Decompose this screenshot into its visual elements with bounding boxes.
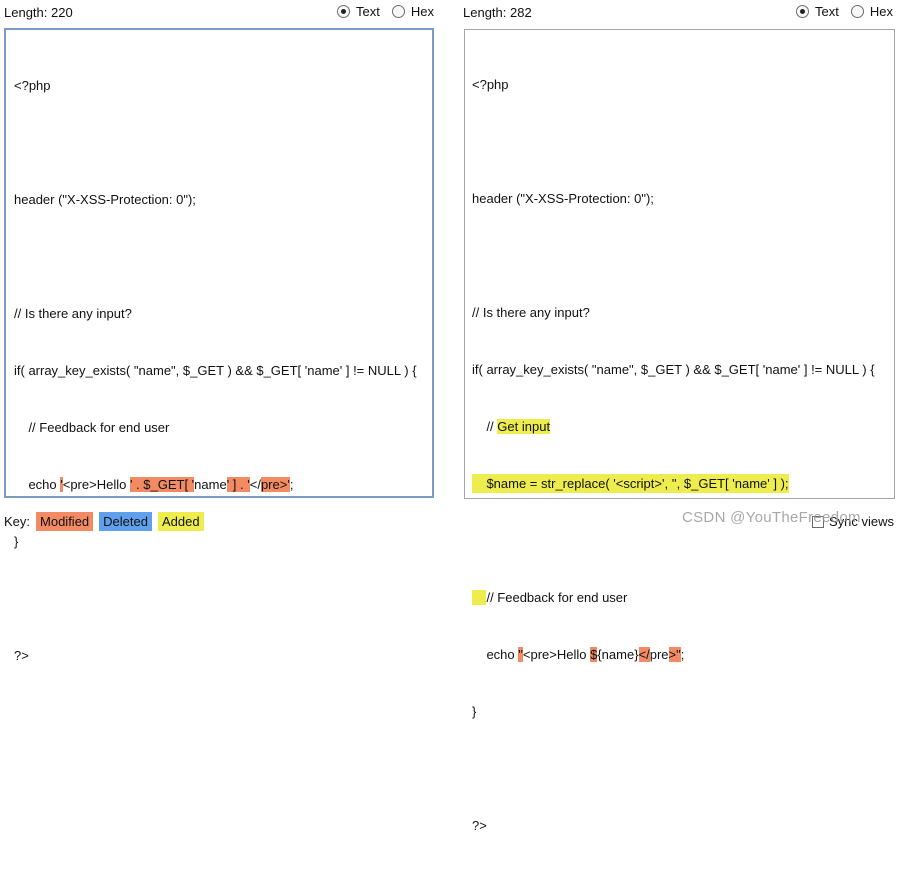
- added-segment: [472, 590, 487, 605]
- code-line: // Is there any input?: [472, 305, 590, 320]
- code-line: <?php: [14, 78, 51, 93]
- code-line: // Is there any input?: [14, 306, 132, 321]
- code-line-empty: [14, 247, 417, 266]
- left-text-radio-label[interactable]: Text: [356, 4, 380, 19]
- modified-segment: </: [638, 647, 650, 662]
- code-line: // Feedback for end user: [14, 420, 170, 435]
- modified-segment: ' . $_GET[ ': [129, 477, 195, 492]
- code-line-added: $name = str_replace( '<script>', '', $_G…: [472, 474, 875, 493]
- right-hex-radio[interactable]: [850, 5, 864, 18]
- code-segment: //: [472, 419, 498, 434]
- code-line: ?>: [14, 648, 29, 663]
- code-line-echo: echo '<pre>Hello ' . $_GET[ 'name' ] . '…: [14, 475, 417, 494]
- code-segment: {name}: [597, 647, 639, 662]
- code-line-empty: [472, 759, 875, 778]
- key-added: Added: [157, 512, 204, 531]
- left-mode-selector: Text Hex: [337, 4, 440, 19]
- right-text-radio-label[interactable]: Text: [815, 4, 839, 19]
- code-segment: <pre>Hello: [62, 477, 130, 492]
- modified-segment: >": [668, 647, 681, 662]
- code-line: header ("X-XSS-Protection: 0");: [14, 192, 196, 207]
- modified-segment: >': [279, 477, 290, 492]
- code-line-echo: echo "<pre>Hello ${name}</pre>";: [472, 645, 875, 664]
- code-line-comment: // Get input: [472, 417, 875, 436]
- code-segment: <pre>Hello: [522, 647, 591, 662]
- code-line-empty: [14, 133, 417, 152]
- diff-key-legend: Key: Modified Deleted Added: [4, 512, 204, 531]
- code-segment: // Feedback for end user: [486, 590, 628, 605]
- code-segment: name: [194, 477, 227, 492]
- right-mode-selector: Text Hex: [796, 4, 899, 19]
- code-segment: pre: [649, 647, 669, 662]
- right-text-radio[interactable]: [796, 5, 809, 18]
- key-modified: Modified: [36, 512, 94, 531]
- code-line-comment: // Feedback for end user: [472, 588, 875, 607]
- code-line: header ("X-XSS-Protection: 0");: [472, 191, 654, 206]
- added-segment: $name = str_replace( '<script>', '', $_G…: [472, 474, 789, 493]
- code-segment: </: [249, 477, 261, 492]
- right-code: <?php header ("X-XSS-Protection: 0"); //…: [472, 37, 875, 873]
- left-text-radio[interactable]: [337, 5, 350, 18]
- code-line: ?>: [472, 818, 487, 833]
- modified-segment: ' ] . ': [226, 477, 250, 492]
- right-text-editor[interactable]: <?php header ("X-XSS-Protection: 0"); //…: [464, 29, 895, 833]
- code-line-empty: [472, 132, 875, 151]
- right-hex-radio-label[interactable]: Hex: [870, 4, 893, 19]
- code-segment: ;: [289, 477, 294, 492]
- modified-segment: pre: [260, 477, 280, 492]
- watermark: CSDN @YouTheFreedom: [682, 509, 861, 526]
- code-line: }: [472, 704, 477, 719]
- code-segment: echo: [472, 647, 519, 662]
- left-text-editor[interactable]: <?php header ("X-XSS-Protection: 0"); //…: [4, 28, 434, 663]
- modified-segment: $: [590, 647, 598, 662]
- added-segment: Get input: [497, 419, 551, 434]
- left-hex-radio[interactable]: [391, 5, 405, 18]
- code-line: <?php: [472, 77, 509, 92]
- code-line: }: [14, 534, 19, 549]
- code-line-empty: [14, 589, 417, 608]
- code-segment: ;: [680, 647, 685, 662]
- key-label: Key:: [4, 514, 31, 529]
- code-segment: echo: [14, 477, 61, 492]
- right-length-label: Length: 282: [463, 5, 532, 20]
- code-line: if( array_key_exists( "name", $_GET ) &&…: [14, 363, 417, 378]
- left-length-label: Length: 220: [4, 5, 73, 20]
- key-deleted: Deleted: [99, 512, 152, 531]
- code-line-empty: [472, 246, 875, 265]
- left-hex-radio-label[interactable]: Hex: [411, 4, 434, 19]
- code-line: if( array_key_exists( "name", $_GET ) &&…: [472, 362, 875, 377]
- left-code: <?php header ("X-XSS-Protection: 0"); //…: [14, 38, 417, 703]
